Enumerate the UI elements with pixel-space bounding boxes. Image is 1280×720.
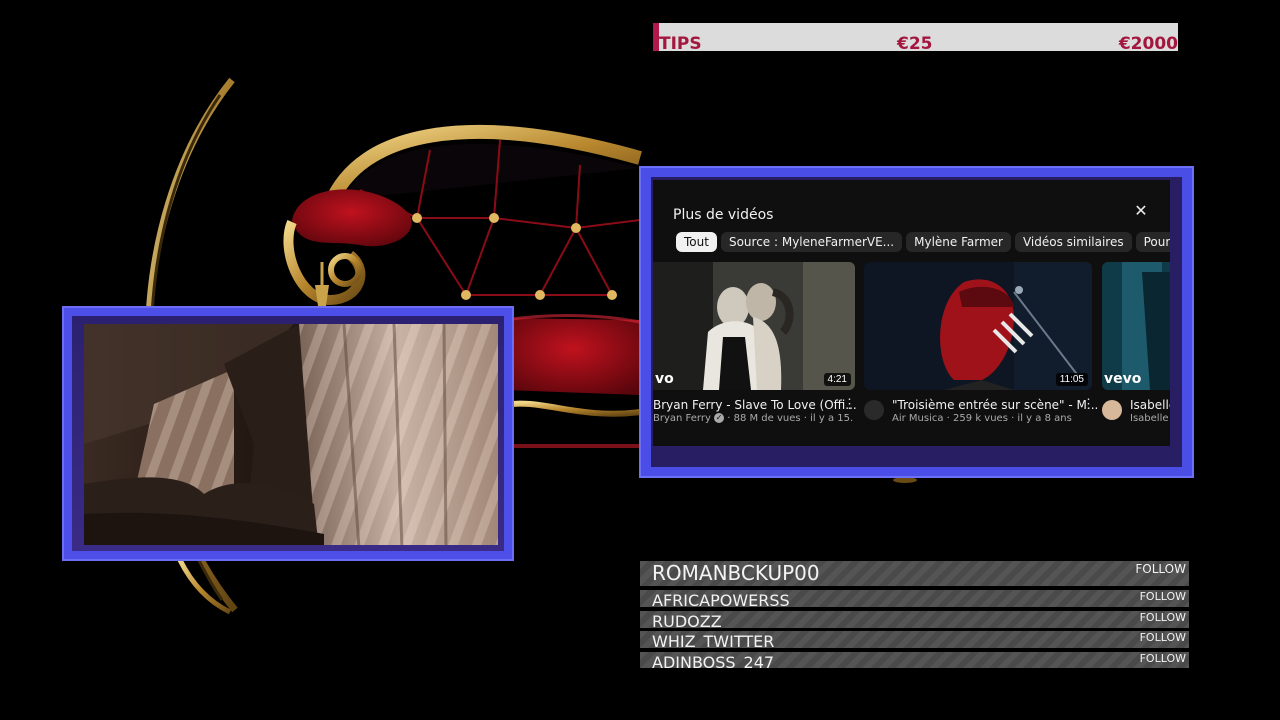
verified-icon: ✓	[714, 413, 725, 423]
channel-name[interactable]: Bryan Ferry	[653, 413, 711, 424]
follow-label: FOLLOW	[1139, 611, 1186, 624]
tips-max-amount: €2000	[1118, 34, 1178, 51]
follower-row: ADINBOSS_247 FOLLOW	[640, 652, 1189, 668]
more-videos-panel: Plus de vidéos ✕ Tout Source : MyleneFarm…	[653, 180, 1170, 446]
chip-mylene-farmer[interactable]: Mylène Farmer	[906, 232, 1011, 252]
video-title[interactable]: "Troisième entrée sur scène" - M...	[892, 398, 1098, 412]
follow-label: FOLLOW	[1139, 631, 1186, 644]
follower-name: RUDOZZ	[652, 612, 722, 628]
video-title[interactable]: Isabelle ..	[1130, 398, 1170, 412]
chip-for-you[interactable]: Pour vou	[1135, 232, 1170, 252]
vevo-logo: vevo	[1104, 371, 1142, 387]
video-title[interactable]: Bryan Ferry - Slave To Love (Offi...	[653, 398, 857, 412]
channel-avatar[interactable]	[1102, 400, 1122, 420]
youtube-overlay-frame: Plus de vidéos ✕ Tout Source : MyleneFarm…	[639, 166, 1194, 478]
follower-row: AFRICAPOWERSS FOLLOW	[640, 590, 1189, 607]
chip-all[interactable]: Tout	[676, 232, 717, 252]
panel-title: Plus de vidéos	[673, 207, 774, 223]
latest-follower-row: ROMANBCKUP00 FOLLOW	[640, 561, 1189, 586]
follower-row: WHIZ_TWITTER FOLLOW	[640, 631, 1189, 648]
video-duration: 4:21	[823, 373, 851, 386]
follow-label: FOLLOW	[1139, 590, 1186, 603]
video-thumbnail[interactable]: 4:21 vo	[653, 262, 855, 390]
video-meta: Bryan Ferry ✓ · 88 M de vues · il y a 15…	[653, 413, 854, 424]
tips-bar: TIPS €25 €2000	[653, 23, 1178, 51]
follower-name: AFRICAPOWERSS	[652, 591, 790, 607]
tips-min-amount: €25	[897, 34, 933, 51]
follower-name: ADINBOSS_247	[652, 653, 775, 668]
channel-avatar[interactable]	[864, 400, 884, 420]
follower-name: WHIZ_TWITTER	[652, 632, 775, 648]
video-thumbnail[interactable]: 11:05	[864, 262, 1092, 390]
follow-label: FOLLOW	[1139, 652, 1186, 665]
video-stats: 88 M de vues · il y a 15.	[733, 413, 854, 424]
filter-chips: Tout Source : MyleneFarmerVE... Mylène Far…	[676, 232, 1170, 252]
video-stats: 259 k vues · il y a 8 ans	[953, 413, 1072, 424]
vevo-logo: vo	[655, 371, 674, 387]
video-meta: Air Musica · 259 k vues · il y a 8 ans	[892, 413, 1072, 424]
webcam-frame	[62, 306, 514, 561]
more-options-icon[interactable]: ⋮	[843, 396, 856, 412]
video-thumbnail[interactable]: vevo	[1102, 262, 1170, 390]
close-icon[interactable]: ✕	[1130, 201, 1152, 223]
channel-name[interactable]: Air Musica	[892, 413, 944, 424]
chip-similar-videos[interactable]: Vidéos similaires	[1014, 232, 1132, 252]
webcam-video	[84, 324, 498, 545]
follower-row: RUDOZZ FOLLOW	[640, 611, 1189, 628]
more-options-icon[interactable]: ⋮	[1082, 396, 1095, 412]
video-duration: 11:05	[1055, 373, 1088, 386]
tips-label: TIPS	[659, 34, 702, 51]
chip-source[interactable]: Source : MyleneFarmerVE...	[720, 232, 903, 252]
follower-name: ROMANBCKUP00	[652, 561, 820, 585]
webcam-frame-inner	[72, 316, 504, 551]
channel-name[interactable]: Isabelle A	[1130, 413, 1170, 424]
follow-label: FOLLOW	[1135, 562, 1186, 576]
